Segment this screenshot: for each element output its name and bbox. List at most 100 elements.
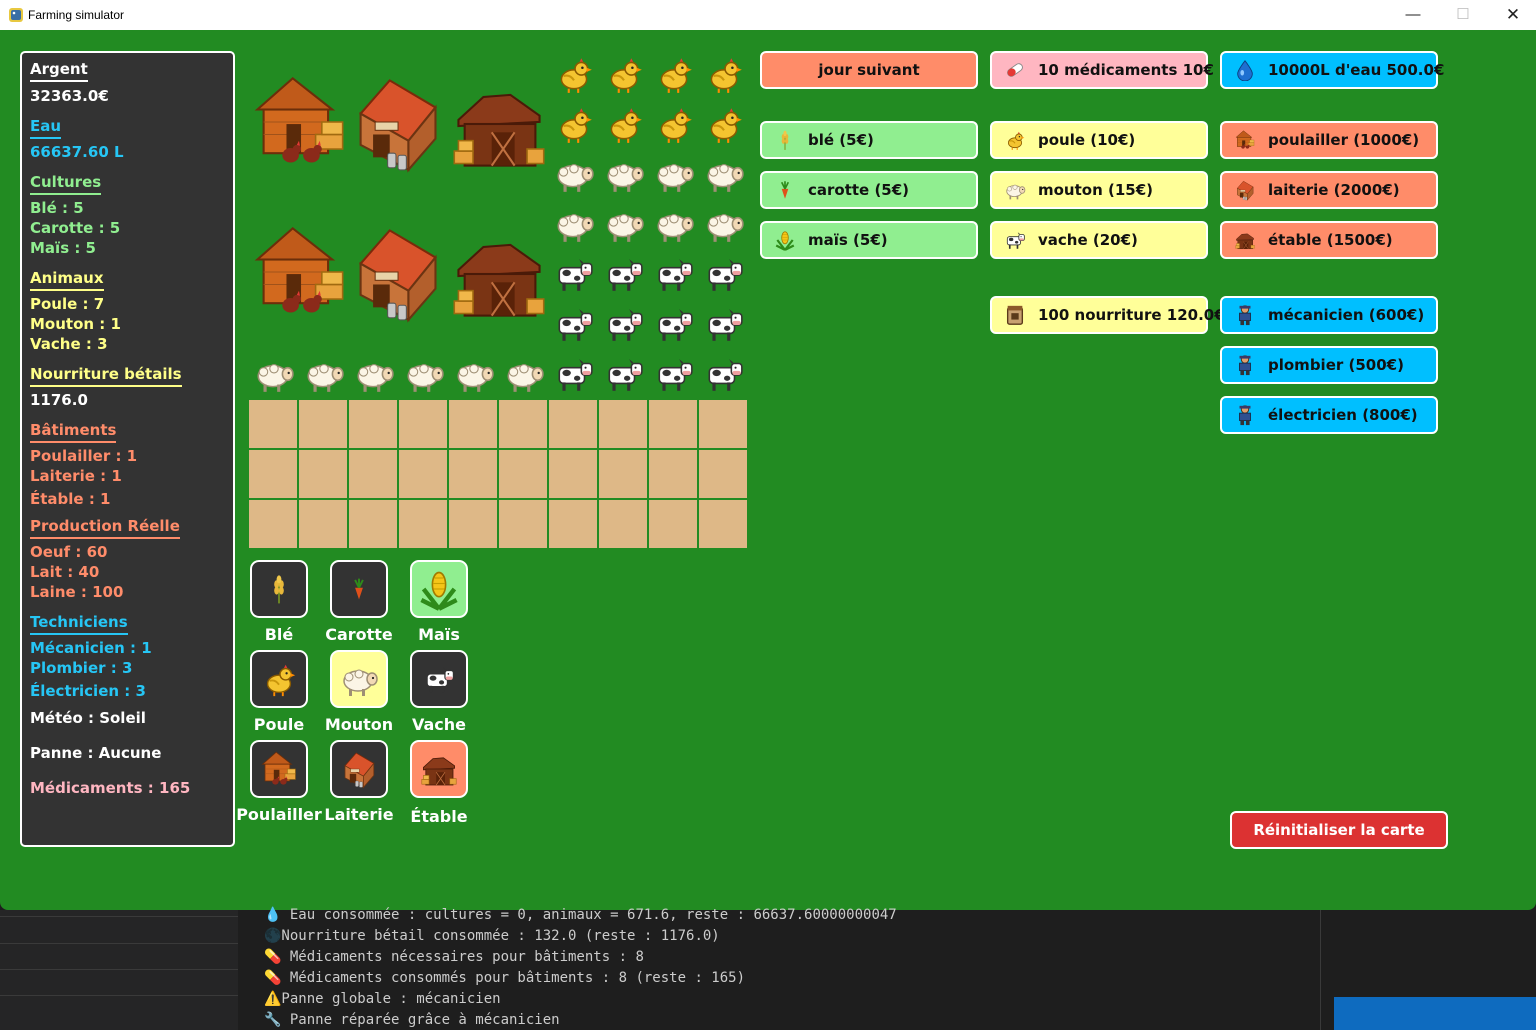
buy-eau-button[interactable]: 10000L d'eau 500.0€ (1220, 51, 1444, 89)
cow-icon (1004, 229, 1026, 251)
soil-tile[interactable] (349, 450, 397, 498)
carrot-icon (774, 179, 796, 201)
soil-tile[interactable] (599, 500, 647, 548)
laiterie-building[interactable] (350, 220, 444, 324)
poulailler-building[interactable] (253, 70, 347, 174)
soil-tile[interactable] (299, 500, 347, 548)
log-line: 💊 Médicaments consommés pour bâtiments :… (264, 970, 746, 986)
select-ble-button[interactable] (250, 560, 308, 618)
buy-poule-label: poule (10€) (1038, 131, 1136, 149)
cow-sprite (703, 303, 745, 345)
poulailler-icon (259, 749, 299, 789)
select-etable-button[interactable] (410, 740, 468, 798)
hire-electricien-button[interactable]: électricien (800€) (1220, 396, 1438, 434)
buy-poulailler-button[interactable]: poulailler (1000€) (1220, 121, 1438, 159)
soil-tile[interactable] (449, 500, 497, 548)
soil-tile[interactable] (349, 500, 397, 548)
sheep-sprite (453, 353, 495, 395)
electrician-icon (1234, 404, 1256, 426)
explorer-sidebar (0, 910, 238, 1030)
sheep-sprite (303, 353, 345, 395)
soil-tile[interactable] (599, 450, 647, 498)
laiterie-count: Laiterie : 1 (30, 467, 122, 485)
buy-medicaments-button[interactable]: 10 médicaments 10€ (990, 51, 1214, 89)
etable-count: Étable : 1 (30, 490, 111, 508)
buy-etable-button[interactable]: étable (1500€) (1220, 221, 1438, 259)
soil-tile[interactable] (699, 500, 747, 548)
select-ble-label: Blé (264, 625, 294, 644)
chicken-icon (260, 660, 298, 698)
buy-carotte-button[interactable]: carotte (5€) (760, 171, 978, 209)
etable-building[interactable] (450, 222, 548, 326)
buy-ble-button[interactable]: blé (5€) (760, 121, 978, 159)
buy-mouton-button[interactable]: mouton (15€) (990, 171, 1208, 209)
meteo-status: Météo : Soleil (30, 709, 146, 727)
title-bar: Farming simulator — ☐ ✕ (0, 0, 1536, 30)
sheep-icon (339, 659, 379, 699)
soil-tile[interactable] (549, 500, 597, 548)
poulailler-building[interactable] (253, 220, 347, 324)
pill-icon (1004, 59, 1026, 81)
cow-sprite (653, 303, 695, 345)
log-line: 🔧 Panne réparée grâce à mécanicien (264, 1012, 560, 1028)
soil-tile[interactable] (699, 400, 747, 448)
chicken-sprite (653, 53, 695, 95)
soil-tile[interactable] (399, 500, 447, 548)
maximize-button[interactable]: ☐ (1440, 0, 1486, 30)
soil-tile[interactable] (649, 400, 697, 448)
eau-value: 66637.60 L (30, 143, 124, 161)
soil-tile[interactable] (549, 450, 597, 498)
select-poule-button[interactable] (250, 650, 308, 708)
soil-tile[interactable] (249, 400, 297, 448)
jour-suivant-button[interactable]: jour suivant (760, 51, 978, 89)
buy-vache-button[interactable]: vache (20€) (990, 221, 1208, 259)
buy-mais-button[interactable]: maïs (5€) (760, 221, 978, 259)
corn-icon (417, 567, 461, 611)
reset-map-button[interactable]: Réinitialiser la carte (1230, 811, 1448, 849)
soil-tile[interactable] (649, 450, 697, 498)
buy-laiterie-button[interactable]: laiterie (2000€) (1220, 171, 1438, 209)
select-vache-button[interactable] (410, 650, 468, 708)
etable-building[interactable] (450, 72, 548, 176)
hire-mecanicien-button[interactable]: mécanicien (600€) (1220, 296, 1438, 334)
cow-sprite (703, 353, 745, 395)
log-line: 🌑Nourriture bétail consommée : 132.0 (re… (264, 928, 720, 944)
select-poulailler-button[interactable] (250, 740, 308, 798)
soil-tile[interactable] (499, 400, 547, 448)
cow-sprite (703, 253, 745, 295)
soil-tile[interactable] (599, 400, 647, 448)
laiterie-building[interactable] (350, 70, 444, 174)
soil-tile[interactable] (449, 400, 497, 448)
production-heading: Production Réelle (30, 517, 180, 539)
minimize-button[interactable]: — (1390, 0, 1436, 30)
sheep-sprite (353, 353, 395, 395)
jour-suivant-label: jour suivant (818, 61, 920, 79)
select-mouton-button[interactable] (330, 650, 388, 708)
buy-nourriture-button[interactable]: 100 nourriture 120.0€ (990, 296, 1225, 334)
soil-tile[interactable] (449, 450, 497, 498)
close-button[interactable]: ✕ (1490, 0, 1536, 30)
buy-laiterie-label: laiterie (2000€) (1268, 181, 1400, 199)
select-laiterie-button[interactable] (330, 740, 388, 798)
hire-plombier-button[interactable]: plombier (500€) (1220, 346, 1438, 384)
soil-tile[interactable] (249, 450, 297, 498)
soil-tile[interactable] (349, 400, 397, 448)
sheep-sprite (403, 353, 445, 395)
soil-tile[interactable] (499, 450, 547, 498)
soil-tile[interactable] (399, 450, 447, 498)
select-mais-button[interactable] (410, 560, 468, 618)
soil-tile[interactable] (649, 500, 697, 548)
soil-tile[interactable] (699, 450, 747, 498)
hire-plombier-label: plombier (500€) (1268, 356, 1404, 374)
soil-tile[interactable] (299, 450, 347, 498)
mechanic-icon (1234, 304, 1256, 326)
buy-poulailler-label: poulailler (1000€) (1268, 131, 1420, 149)
sheep-sprite (603, 153, 645, 195)
buy-poule-button[interactable]: poule (10€) (990, 121, 1208, 159)
soil-tile[interactable] (499, 500, 547, 548)
soil-tile[interactable] (399, 400, 447, 448)
soil-tile[interactable] (249, 500, 297, 548)
soil-tile[interactable] (549, 400, 597, 448)
select-carotte-button[interactable] (330, 560, 388, 618)
soil-tile[interactable] (299, 400, 347, 448)
